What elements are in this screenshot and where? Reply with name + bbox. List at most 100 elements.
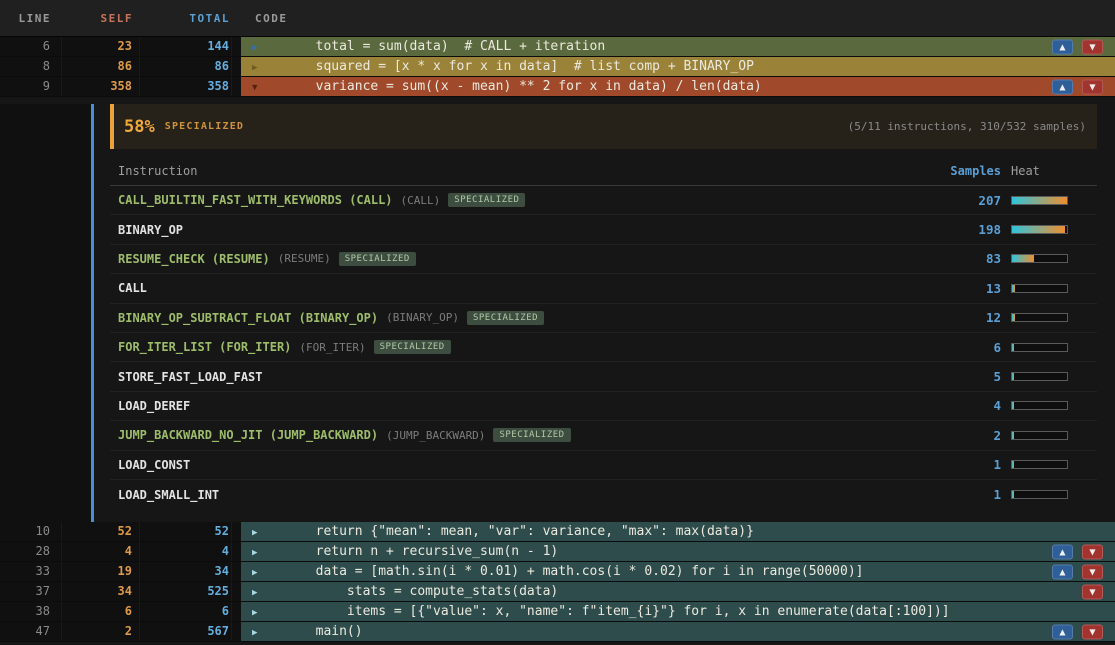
code-row[interactable]: 8 86 86 ▸ squared = [x * x for x in data…: [0, 57, 1115, 77]
self-samples: 23: [62, 37, 140, 56]
heat-bar: [1011, 401, 1068, 410]
heat-bar: [1011, 490, 1068, 499]
jump-up-button[interactable]: ▲: [1052, 39, 1073, 54]
jump-down-button[interactable]: ▼: [1082, 564, 1103, 579]
instruction-name: JUMP_BACKWARD_NO_JIT (JUMP_BACKWARD) (JU…: [110, 428, 905, 442]
instruction-row: BINARY_OP_SUBTRACT_FLOAT (BINARY_OP) (BI…: [110, 304, 1097, 333]
code-row[interactable]: 9 358 358 ▾ variance = sum((x - mean) **…: [0, 77, 1115, 97]
code-text: stats = compute_stats(data): [241, 584, 558, 599]
code-text: return n + recursive_sum(n - 1): [241, 544, 558, 559]
code-row[interactable]: 6 23 144 ▸ total = sum(data) # CALL + it…: [0, 37, 1115, 57]
sample-count: 4: [905, 398, 1001, 413]
self-samples: 34: [62, 582, 140, 601]
row-actions: ▲ ▼: [1052, 564, 1103, 579]
code-cell[interactable]: ▸ return {"mean": mean, "var": variance,…: [241, 522, 1115, 541]
expand-arrow-icon[interactable]: ▸: [252, 41, 258, 52]
expand-arrow-icon[interactable]: ▸: [252, 626, 258, 637]
heat-bar: [1011, 343, 1068, 352]
heat-cell: [1001, 196, 1097, 205]
code-cell[interactable]: ▸ items = [{"value": x, "name": f"item_{…: [241, 602, 1115, 621]
jump-up-button[interactable]: ▲: [1052, 624, 1073, 639]
jump-up-button[interactable]: ▲: [1052, 544, 1073, 559]
expand-arrow-icon[interactable]: ▸: [252, 61, 258, 72]
heat-bar-fill: [1012, 373, 1014, 380]
code-cell[interactable]: ▾ variance = sum((x - mean) ** 2 for x i…: [241, 77, 1115, 96]
row-actions: ▲ ▼: [1052, 39, 1103, 54]
line-number: 37: [0, 582, 62, 601]
code-row[interactable]: 10 52 52 ▸ return {"mean": mean, "var": …: [0, 522, 1115, 542]
heat-cell: [1001, 313, 1097, 322]
specialized-badge: SPECIALIZED: [339, 252, 416, 266]
total-samples: 34: [140, 562, 232, 581]
heat-bar: [1011, 196, 1068, 205]
gutter-spacer: [232, 77, 241, 96]
base-opcode: (JUMP_BACKWARD): [386, 429, 485, 442]
code-row[interactable]: 38 6 6 ▸ items = [{"value": x, "name": f…: [0, 602, 1115, 622]
code-text: squared = [x * x for x in data] # list c…: [241, 59, 754, 74]
gutter-spacer: [232, 37, 241, 56]
sample-count: 1: [905, 487, 1001, 502]
line-number: 8: [0, 57, 62, 76]
panel-gutter: [0, 104, 91, 522]
expand-arrow-icon[interactable]: ▸: [252, 586, 258, 597]
jump-down-button[interactable]: ▼: [1082, 624, 1103, 639]
instruction-row: LOAD_CONST 1: [110, 451, 1097, 480]
instruction-name: FOR_ITER_LIST (FOR_ITER) (FOR_ITER) SPEC…: [110, 340, 905, 354]
jump-down-button[interactable]: ▼: [1082, 544, 1103, 559]
instruction-name-text: CALL: [118, 281, 147, 295]
total-samples: 358: [140, 77, 232, 96]
jump-up-button[interactable]: ▲: [1052, 79, 1073, 94]
instruction-table-header: Instruction Samples Heat: [110, 156, 1097, 186]
heat-cell: [1001, 254, 1097, 263]
code-text: return {"mean": mean, "var": variance, "…: [241, 524, 754, 539]
jump-down-button[interactable]: ▼: [1082, 584, 1103, 599]
specialized-badge: SPECIALIZED: [467, 311, 544, 325]
instruction-name-text: BINARY_OP: [118, 223, 183, 237]
code-row[interactable]: 33 19 34 ▸ data = [math.sin(i * 0.01) + …: [0, 562, 1115, 582]
line-number: 38: [0, 602, 62, 621]
expand-arrow-icon[interactable]: ▸: [252, 546, 258, 557]
self-samples: 2: [62, 622, 140, 641]
heat-bar-fill: [1012, 402, 1014, 409]
heat-cell: [1001, 490, 1097, 499]
heat-cell: [1001, 284, 1097, 293]
expand-arrow-icon[interactable]: ▸: [252, 526, 258, 537]
code-text: total = sum(data) # CALL + iteration: [241, 39, 605, 54]
summary-banner: 58% SPECIALIZED (5/11 instructions, 310/…: [110, 104, 1097, 149]
code-row[interactable]: 47 2 567 ▸ main() ▲ ▼: [0, 622, 1115, 642]
total-samples: 144: [140, 37, 232, 56]
code-row[interactable]: 37 34 525 ▸ stats = compute_stats(data) …: [0, 582, 1115, 602]
row-actions: ▲ ▼: [1052, 79, 1103, 94]
self-samples: 6: [62, 602, 140, 621]
code-cell[interactable]: ▸ return n + recursive_sum(n - 1) ▲ ▼: [241, 542, 1115, 561]
heat-bar-fill: [1012, 344, 1014, 351]
code-cell[interactable]: ▸ main() ▲ ▼: [241, 622, 1115, 641]
self-samples: 52: [62, 522, 140, 541]
code-cell[interactable]: ▸ total = sum(data) # CALL + iteration ▲…: [241, 37, 1115, 56]
code-text: variance = sum((x - mean) ** 2 for x in …: [241, 79, 762, 94]
jump-down-button[interactable]: ▼: [1082, 79, 1103, 94]
heat-bar-fill: [1012, 491, 1014, 498]
gutter-spacer: [232, 602, 241, 621]
jump-down-button[interactable]: ▼: [1082, 39, 1103, 54]
code-row[interactable]: 28 4 4 ▸ return n + recursive_sum(n - 1)…: [0, 542, 1115, 562]
expand-arrow-icon[interactable]: ▸: [252, 606, 258, 617]
column-header-code: CODE: [241, 12, 1115, 25]
instruction-name-text: RESUME_CHECK (RESUME): [118, 252, 270, 266]
total-samples: 4: [140, 542, 232, 561]
base-opcode: (FOR_ITER): [299, 341, 365, 354]
code-cell[interactable]: ▸ stats = compute_stats(data) ▼: [241, 582, 1115, 601]
instruction-name: LOAD_DEREF: [110, 399, 905, 413]
expand-arrow-icon[interactable]: ▸: [252, 566, 258, 577]
gutter-spacer: [232, 542, 241, 561]
jump-up-button[interactable]: ▲: [1052, 564, 1073, 579]
specialization-panel: 58% SPECIALIZED (5/11 instructions, 310/…: [0, 104, 1115, 522]
code-cell[interactable]: ▸ squared = [x * x for x in data] # list…: [241, 57, 1115, 76]
instruction-name: BINARY_OP_SUBTRACT_FLOAT (BINARY_OP) (BI…: [110, 311, 905, 325]
column-header-self: SELF: [62, 12, 140, 25]
heat-cell: [1001, 401, 1097, 410]
row-actions: ▲ ▼: [1052, 624, 1103, 639]
sample-count: 13: [905, 281, 1001, 296]
collapse-arrow-icon[interactable]: ▾: [252, 81, 258, 92]
code-cell[interactable]: ▸ data = [math.sin(i * 0.01) + math.cos(…: [241, 562, 1115, 581]
